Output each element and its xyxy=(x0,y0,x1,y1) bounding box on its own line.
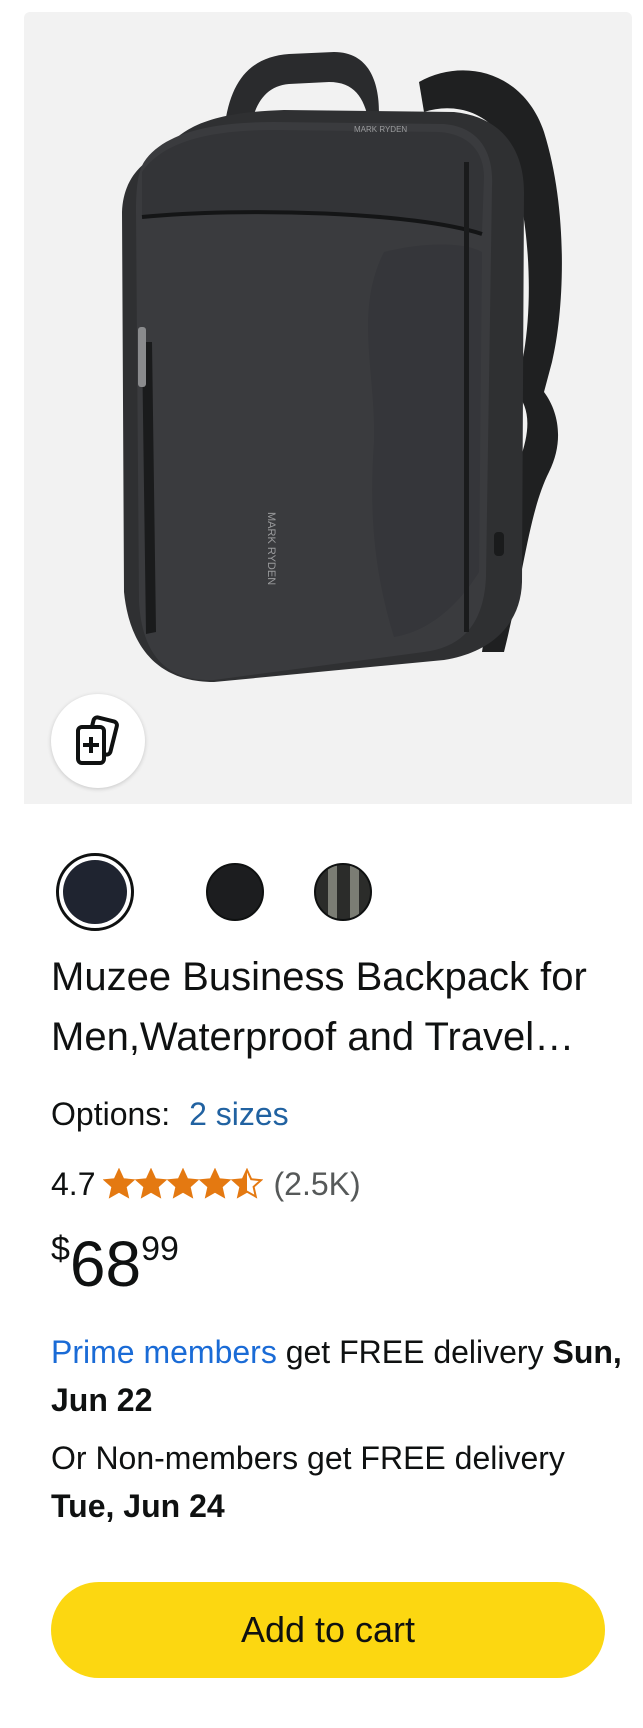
product-image[interactable]: MARK RYDEN MARK RYDEN xyxy=(24,12,632,804)
swatch-navy-black[interactable] xyxy=(56,853,134,931)
swatch-dark-grey[interactable] xyxy=(314,863,372,921)
price-symbol: $ xyxy=(51,1230,70,1268)
star-icon xyxy=(135,1168,168,1199)
nonmember-delivery-date: Tue, Jun 24 xyxy=(51,1488,225,1524)
star-icon xyxy=(103,1168,136,1199)
backpack-image: MARK RYDEN MARK RYDEN xyxy=(122,52,562,682)
rating-row[interactable]: 4.7 (2.5K) xyxy=(51,1162,361,1206)
swatch-black[interactable] xyxy=(206,863,264,921)
price-whole: 68 xyxy=(69,1228,142,1300)
price: $6899 xyxy=(51,1224,179,1304)
brand-print-top: MARK RYDEN xyxy=(354,125,407,134)
price-fraction: 99 xyxy=(141,1230,179,1268)
options-label: Options: xyxy=(51,1096,171,1132)
star-icon xyxy=(199,1168,232,1199)
prime-delivery: Prime members get FREE delivery Sun, Jun… xyxy=(51,1328,641,1424)
brand-print-side: MARK RYDEN xyxy=(265,512,277,585)
swatch-stripe xyxy=(328,865,337,919)
nonmember-delivery: Or Non-members get FREE delivery Tue, Ju… xyxy=(51,1434,621,1530)
product-title[interactable]: Muzee Business Backpack for Men,Waterpro… xyxy=(51,947,631,1067)
rating-value: 4.7 xyxy=(51,1166,96,1202)
star-rating xyxy=(103,1168,264,1200)
add-to-compare-icon xyxy=(76,715,119,765)
options-row: Options: 2 sizes xyxy=(51,1092,289,1136)
star-icon xyxy=(167,1168,200,1199)
prime-delivery-text: get FREE delivery xyxy=(276,1334,553,1370)
prime-members-link[interactable]: Prime members xyxy=(51,1334,277,1370)
add-to-compare-button[interactable] xyxy=(51,694,145,788)
swatch-stripe xyxy=(350,865,359,919)
add-to-cart-button[interactable]: Add to cart xyxy=(51,1582,605,1678)
star-icon xyxy=(231,1168,264,1199)
rating-count: (2.5K) xyxy=(273,1166,361,1202)
swatch-fill xyxy=(63,860,127,924)
nonmember-delivery-text: Or Non-members get FREE delivery xyxy=(51,1440,565,1476)
color-swatches xyxy=(56,850,416,934)
product-card: MARK RYDEN MARK RYDEN Muzee Business Bac… xyxy=(24,12,632,1728)
options-link[interactable]: 2 sizes xyxy=(189,1096,289,1132)
